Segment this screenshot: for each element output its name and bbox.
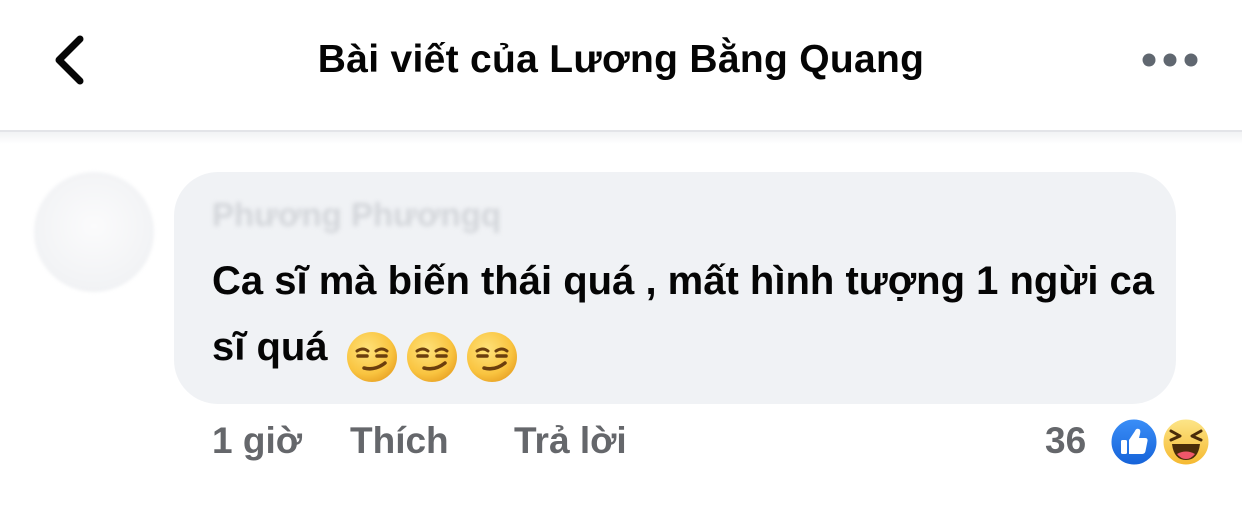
more-button[interactable]	[1135, 38, 1205, 82]
like-button[interactable]: Thích	[350, 420, 449, 462]
smirk-emoji-icon	[406, 332, 457, 383]
author-blur-mask	[560, 196, 690, 242]
avatar[interactable]	[34, 172, 154, 292]
comment-text: Ca sĩ mà biến thái quá , mất hình tượng …	[212, 248, 1162, 388]
smirk-emoji-icon	[466, 332, 517, 383]
reaction-icons[interactable]	[1108, 416, 1212, 470]
smirk-emoji-icon	[346, 332, 397, 383]
more-horizontal-icon	[1142, 53, 1198, 67]
emoji-group	[339, 322, 519, 388]
page-title: Bài viết của Lương Bằng Quang	[317, 38, 925, 81]
reply-button[interactable]: Trả lời	[514, 420, 627, 462]
top-bar: Bài viết của Lương Bằng Quang	[0, 0, 1242, 130]
reaction-count[interactable]: 36	[1045, 420, 1086, 462]
comment-screen: Bài viết của Lương Bằng Quang Phương Phư…	[0, 0, 1242, 506]
haha-reaction-icon	[1160, 416, 1212, 468]
like-reaction-icon	[1108, 416, 1160, 468]
header-shadow	[0, 132, 1242, 144]
comment-author[interactable]: Phương Phươngq	[212, 196, 501, 234]
comment-timestamp[interactable]: 1 giờ	[212, 420, 302, 462]
